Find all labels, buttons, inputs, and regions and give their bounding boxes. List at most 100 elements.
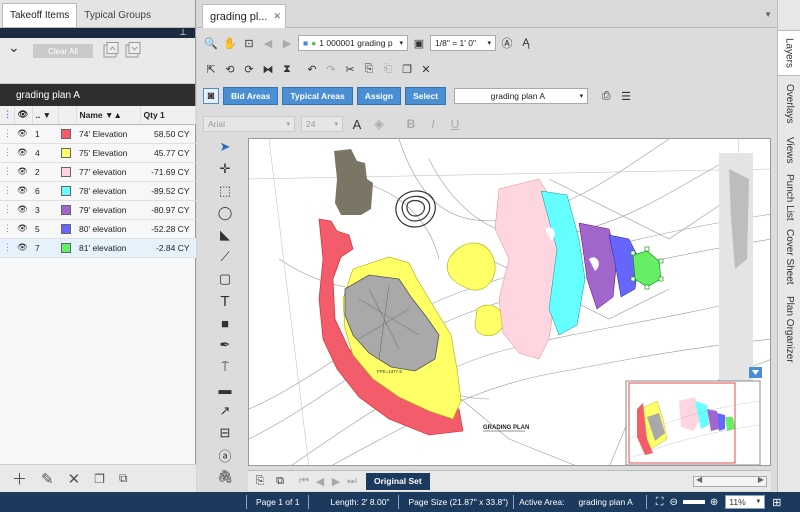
row-color[interactable] xyxy=(58,143,76,163)
underline-icon[interactable]: U xyxy=(447,116,463,132)
paste-icon[interactable]: ⎗ xyxy=(380,61,396,77)
assign-button[interactable]: Assign xyxy=(356,87,402,105)
row-visibility[interactable]: 👁 xyxy=(14,200,32,220)
tab-plan-organizer[interactable]: Plan Organizer xyxy=(778,290,800,368)
minimap[interactable] xyxy=(625,380,761,465)
col-name[interactable]: Name ▼▲ xyxy=(76,106,141,125)
row-grip[interactable]: ⋮ xyxy=(0,238,14,258)
pan-hand-icon[interactable]: ✋ xyxy=(222,35,238,51)
table-row[interactable]: ⋮ 👁 1 74' Elevation 58.50 CY xyxy=(0,124,196,144)
refresh-icon[interactable]: ⟳ xyxy=(241,61,257,77)
zoom-fit-icon[interactable]: ⊞ xyxy=(769,496,784,509)
zoom-out-icon[interactable]: ⊖ xyxy=(667,497,681,508)
next-page-icon[interactable]: ▶ xyxy=(328,473,344,489)
fill-color-icon[interactable]: ◈ xyxy=(371,116,387,132)
clear-all-button[interactable]: Clear All xyxy=(33,44,93,58)
flip-horizontal-icon[interactable]: ⧓ xyxy=(260,61,276,77)
delete-icon[interactable]: ✕ xyxy=(418,61,434,77)
row-grip[interactable]: ⋮ xyxy=(0,162,14,182)
row-color[interactable] xyxy=(58,219,76,239)
typical-areas-button[interactable]: Typical Areas xyxy=(282,87,353,105)
pin-icon[interactable]: ⊥ xyxy=(179,27,187,38)
page-set-tab[interactable]: Original Set xyxy=(366,472,430,490)
ellipse-tool-icon[interactable]: ◯ xyxy=(213,202,237,224)
row-grip[interactable]: ⋮ xyxy=(0,143,14,163)
tab-overlays[interactable]: Overlays xyxy=(778,78,800,130)
table-row[interactable]: ⋮ 👁 2 77' elevation -71.69 CY xyxy=(0,162,196,182)
symbol-tool-icon[interactable]: ⓐ xyxy=(213,444,237,466)
highlight-tool-icon[interactable]: ◣ xyxy=(213,224,237,246)
count-tool-icon[interactable]: ✛ xyxy=(213,158,237,180)
tab-punch-list[interactable]: Punch List xyxy=(778,170,800,224)
area-select-icon[interactable]: ◙ xyxy=(203,88,219,104)
delete-icon[interactable]: ✕ xyxy=(68,470,81,488)
row-visibility[interactable]: 👁 xyxy=(14,124,32,144)
tab-grading-plan[interactable]: grading pl... ✕ xyxy=(202,4,286,28)
table-row[interactable]: ⋮ 👁 6 78' elevation -89.52 CY xyxy=(0,181,196,201)
copy-icon[interactable]: ❐ xyxy=(94,472,105,486)
line-tool-icon[interactable]: ⟋ xyxy=(213,246,237,268)
row-grip[interactable]: ⋮ xyxy=(0,124,14,144)
expand-all-icon[interactable] xyxy=(125,42,141,58)
select-button[interactable]: Select xyxy=(405,87,447,105)
collapse-all-icon[interactable] xyxy=(103,42,119,58)
table-row[interactable]: ⋮ 👁 7 81' elevation -2.84 CY xyxy=(0,238,196,258)
text-tool-icon[interactable]: T xyxy=(213,290,237,312)
col-number[interactable]: .. ▼ xyxy=(32,106,59,125)
row-visibility[interactable]: 👁 xyxy=(14,238,32,258)
table-row[interactable]: ⋮ 👁 3 79' elevation -80.97 CY xyxy=(0,200,196,220)
rectangle-tool-icon[interactable]: ▢ xyxy=(213,268,237,290)
close-tab-icon[interactable]: ✕ xyxy=(273,11,281,22)
font-size-selector[interactable]: 24 ▾ xyxy=(301,116,343,132)
chevron-down-icon[interactable]: ⌄ xyxy=(8,39,20,56)
pen-tool-icon[interactable]: ✒ xyxy=(213,334,237,356)
row-grip[interactable]: ⋮ xyxy=(0,181,14,201)
zoom-icon[interactable]: 🔍 xyxy=(203,35,219,51)
pointer-icon[interactable]: ➤ xyxy=(213,136,237,158)
tab-takeoff-items[interactable]: Takeoff Items xyxy=(2,3,78,27)
plan-group-header[interactable]: grading plan A xyxy=(0,84,195,106)
page-selector[interactable]: ■ ● 1 000001 grading p ▾ xyxy=(298,35,408,51)
row-grip[interactable]: ⋮ xyxy=(0,219,14,239)
filter-icon[interactable]: ▼ xyxy=(43,110,51,120)
row-grip[interactable]: ⋮ xyxy=(0,200,14,220)
text-scale-icon[interactable]: Ą xyxy=(518,35,534,51)
back-icon[interactable]: ◀ xyxy=(260,35,276,51)
row-color[interactable] xyxy=(58,181,76,201)
scale-selector[interactable]: 1/8" = 1' 0" ▾ xyxy=(430,35,496,51)
bid-areas-button[interactable]: Bid Areas xyxy=(223,87,279,105)
table-row[interactable]: ⋮ 👁 5 80' elevation -52.28 CY xyxy=(0,219,196,239)
tab-views[interactable]: Views xyxy=(778,132,800,168)
fill-color-tool-icon[interactable]: ■ xyxy=(213,312,237,334)
dimension-tool-icon[interactable]: ⊟ xyxy=(213,422,237,444)
first-page-icon[interactable]: ⏮ xyxy=(296,473,312,489)
zoom-in-icon[interactable]: ⊕ xyxy=(707,497,721,508)
prev-page-icon[interactable]: ◀ xyxy=(312,473,328,489)
row-visibility[interactable]: 👁 xyxy=(14,143,32,163)
zoom-selector[interactable]: 11% ▼ xyxy=(725,495,766,509)
col-qty[interactable]: Qty 1 xyxy=(140,106,196,125)
zoom-slider[interactable] xyxy=(682,500,705,504)
row-visibility[interactable]: 👁 xyxy=(14,219,32,239)
drawing-canvas[interactable]: GRADING PLAN FFE=1377.5 xyxy=(248,138,771,466)
row-color[interactable] xyxy=(58,200,76,220)
italic-icon[interactable]: I xyxy=(425,116,441,132)
font-selector[interactable]: Arial ▾ xyxy=(203,116,295,132)
bold-icon[interactable]: B xyxy=(403,116,419,132)
tab-layers[interactable]: Layers xyxy=(778,30,800,76)
print-icon[interactable]: ⎙ xyxy=(598,88,614,104)
edit-icon[interactable]: ✎ xyxy=(41,470,54,488)
rotate-icon[interactable]: ⟲ xyxy=(222,61,238,77)
undo-icon[interactable]: ↶ xyxy=(304,61,320,77)
fit-page-icon[interactable]: ⧉ xyxy=(272,473,288,489)
move-icon[interactable]: ⧉ xyxy=(119,471,128,486)
redo-icon[interactable]: ↷ xyxy=(323,61,339,77)
last-page-icon[interactable]: ⏭ xyxy=(344,473,360,489)
font-color-icon[interactable]: A xyxy=(349,116,365,132)
row-color[interactable] xyxy=(58,162,76,182)
duplicate-icon[interactable]: ❐ xyxy=(399,61,415,77)
row-visibility[interactable]: 👁 xyxy=(14,181,32,201)
row-color[interactable] xyxy=(58,238,76,258)
cloud-tool-icon[interactable]: ▬ xyxy=(213,378,237,400)
arrow-tool-icon[interactable]: ↗ xyxy=(213,400,237,422)
